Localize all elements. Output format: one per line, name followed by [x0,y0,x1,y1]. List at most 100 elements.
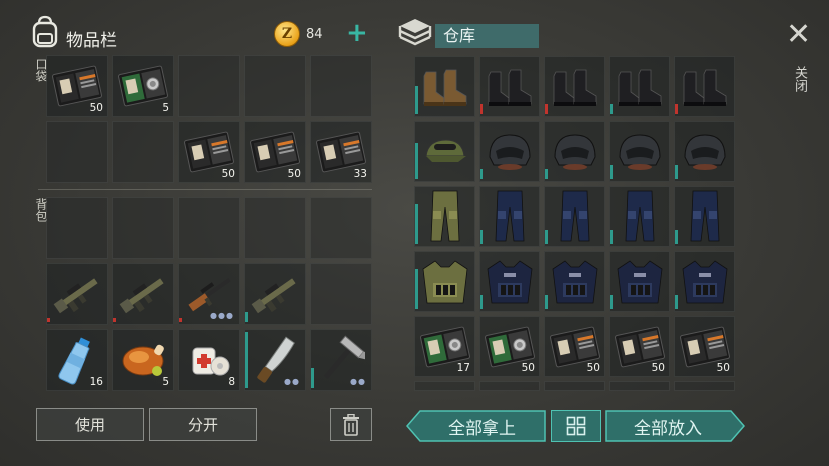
empty-slot[interactable] [46,121,108,183]
empty-slot[interactable] [544,381,605,391]
empty-slot[interactable] [244,197,306,259]
item-slot[interactable] [544,56,605,117]
item-count: 5 [162,102,169,114]
item-slot[interactable]: 50 [479,316,540,377]
take-all-button[interactable]: 全部拿上 [420,410,544,442]
item-slot[interactable]: 50 [609,316,670,377]
use-button[interactable]: 使用 [36,408,144,441]
durability-bar [47,318,50,322]
put-all-button[interactable]: 全部放入 [605,410,731,442]
item-slot[interactable]: 50 [178,121,240,183]
item-slot[interactable] [414,186,475,247]
empty-slot[interactable] [310,197,372,259]
item-slot[interactable] [479,121,540,182]
item-slot[interactable]: 50 [46,55,108,117]
item-slot[interactable] [479,186,540,247]
item-slot[interactable] [609,251,670,312]
close-button[interactable]: ✕ [786,20,811,50]
sort-button[interactable] [551,410,601,442]
item-count: 5 [162,376,169,388]
item-slot[interactable] [674,56,735,117]
item-count: 50 [287,168,301,180]
item-slot[interactable] [544,186,605,247]
police-pants-icon [480,187,539,246]
item-slot[interactable] [609,121,670,182]
section-divider [38,189,372,190]
camo-pants-icon [415,187,474,246]
item-slot[interactable] [544,121,605,182]
trash-button[interactable] [330,408,372,441]
item-count: 50 [651,362,665,374]
item-slot[interactable]: 5 [112,55,174,117]
warehouse-title: 仓库 [435,24,539,48]
item-slot[interactable]: 50 [244,121,306,183]
empty-slot[interactable] [310,263,372,325]
empty-slot[interactable] [479,381,540,391]
item-count: 50 [521,362,535,374]
durability-bar [480,169,483,179]
inventory-title: 物品栏 [66,31,117,51]
item-slot[interactable] [112,263,174,325]
durability-bar [179,318,182,322]
trash-icon [343,413,359,436]
durability-bar [480,230,483,244]
item-slot[interactable]: 17 [414,316,475,377]
item-slot[interactable]: 50 [544,316,605,377]
item-slot[interactable] [414,251,475,312]
brown-boots-icon [415,57,474,116]
item-slot[interactable]: 16 [46,329,108,391]
durability-bar [415,269,418,309]
empty-slot[interactable] [414,381,475,391]
riot-vest-icon [545,252,604,311]
empty-slot[interactable] [310,55,372,117]
item-slot[interactable] [414,56,475,117]
riot-vest-icon [480,252,539,311]
item-slot[interactable] [244,263,306,325]
item-slot[interactable] [674,121,735,182]
riot-helmet-icon [545,122,604,181]
add-coins-button[interactable]: + [346,20,368,46]
item-slot[interactable]: 5 [112,329,174,391]
item-slot[interactable] [609,56,670,117]
durability-bar [311,368,314,388]
item-slot[interactable] [414,121,475,182]
empty-slot[interactable] [112,197,174,259]
item-slot[interactable]: ●● [244,329,306,391]
item-slot[interactable] [46,263,108,325]
backpack-icon [32,15,58,48]
close-label[interactable]: 关闭 [790,66,809,92]
item-slot[interactable] [609,186,670,247]
durability-bar [480,295,483,309]
item-slot[interactable]: 50 [674,316,735,377]
item-slot[interactable]: 33 [310,121,372,183]
item-slot[interactable]: ●●● [178,263,240,325]
item-slot[interactable] [674,186,735,247]
durability-bar [113,318,116,322]
durability-bar [245,312,248,322]
durability-bar [545,295,548,309]
item-count: 50 [586,362,600,374]
item-slot[interactable] [674,251,735,312]
empty-slot[interactable] [674,381,735,391]
warehouse-icon [398,19,432,46]
riot-vest-icon [610,252,669,311]
empty-slot[interactable] [609,381,670,391]
ammo-dots: ●● [284,377,300,386]
item-slot[interactable] [544,251,605,312]
empty-slot[interactable] [178,197,240,259]
durability-bar [415,204,418,244]
grenade-rifle-icon [47,264,107,324]
empty-slot[interactable] [46,197,108,259]
item-slot[interactable]: 8 [178,329,240,391]
split-button[interactable]: 分开 [149,408,257,441]
empty-slot[interactable] [112,121,174,183]
item-slot[interactable] [479,251,540,312]
grenade-rifle-icon [245,264,305,324]
tactical-boots-icon [675,57,734,116]
empty-slot[interactable] [178,55,240,117]
item-count: 50 [89,102,103,114]
item-slot[interactable]: ●● [310,329,372,391]
riot-helmet-icon [480,122,539,181]
empty-slot[interactable] [244,55,306,117]
item-slot[interactable] [479,56,540,117]
